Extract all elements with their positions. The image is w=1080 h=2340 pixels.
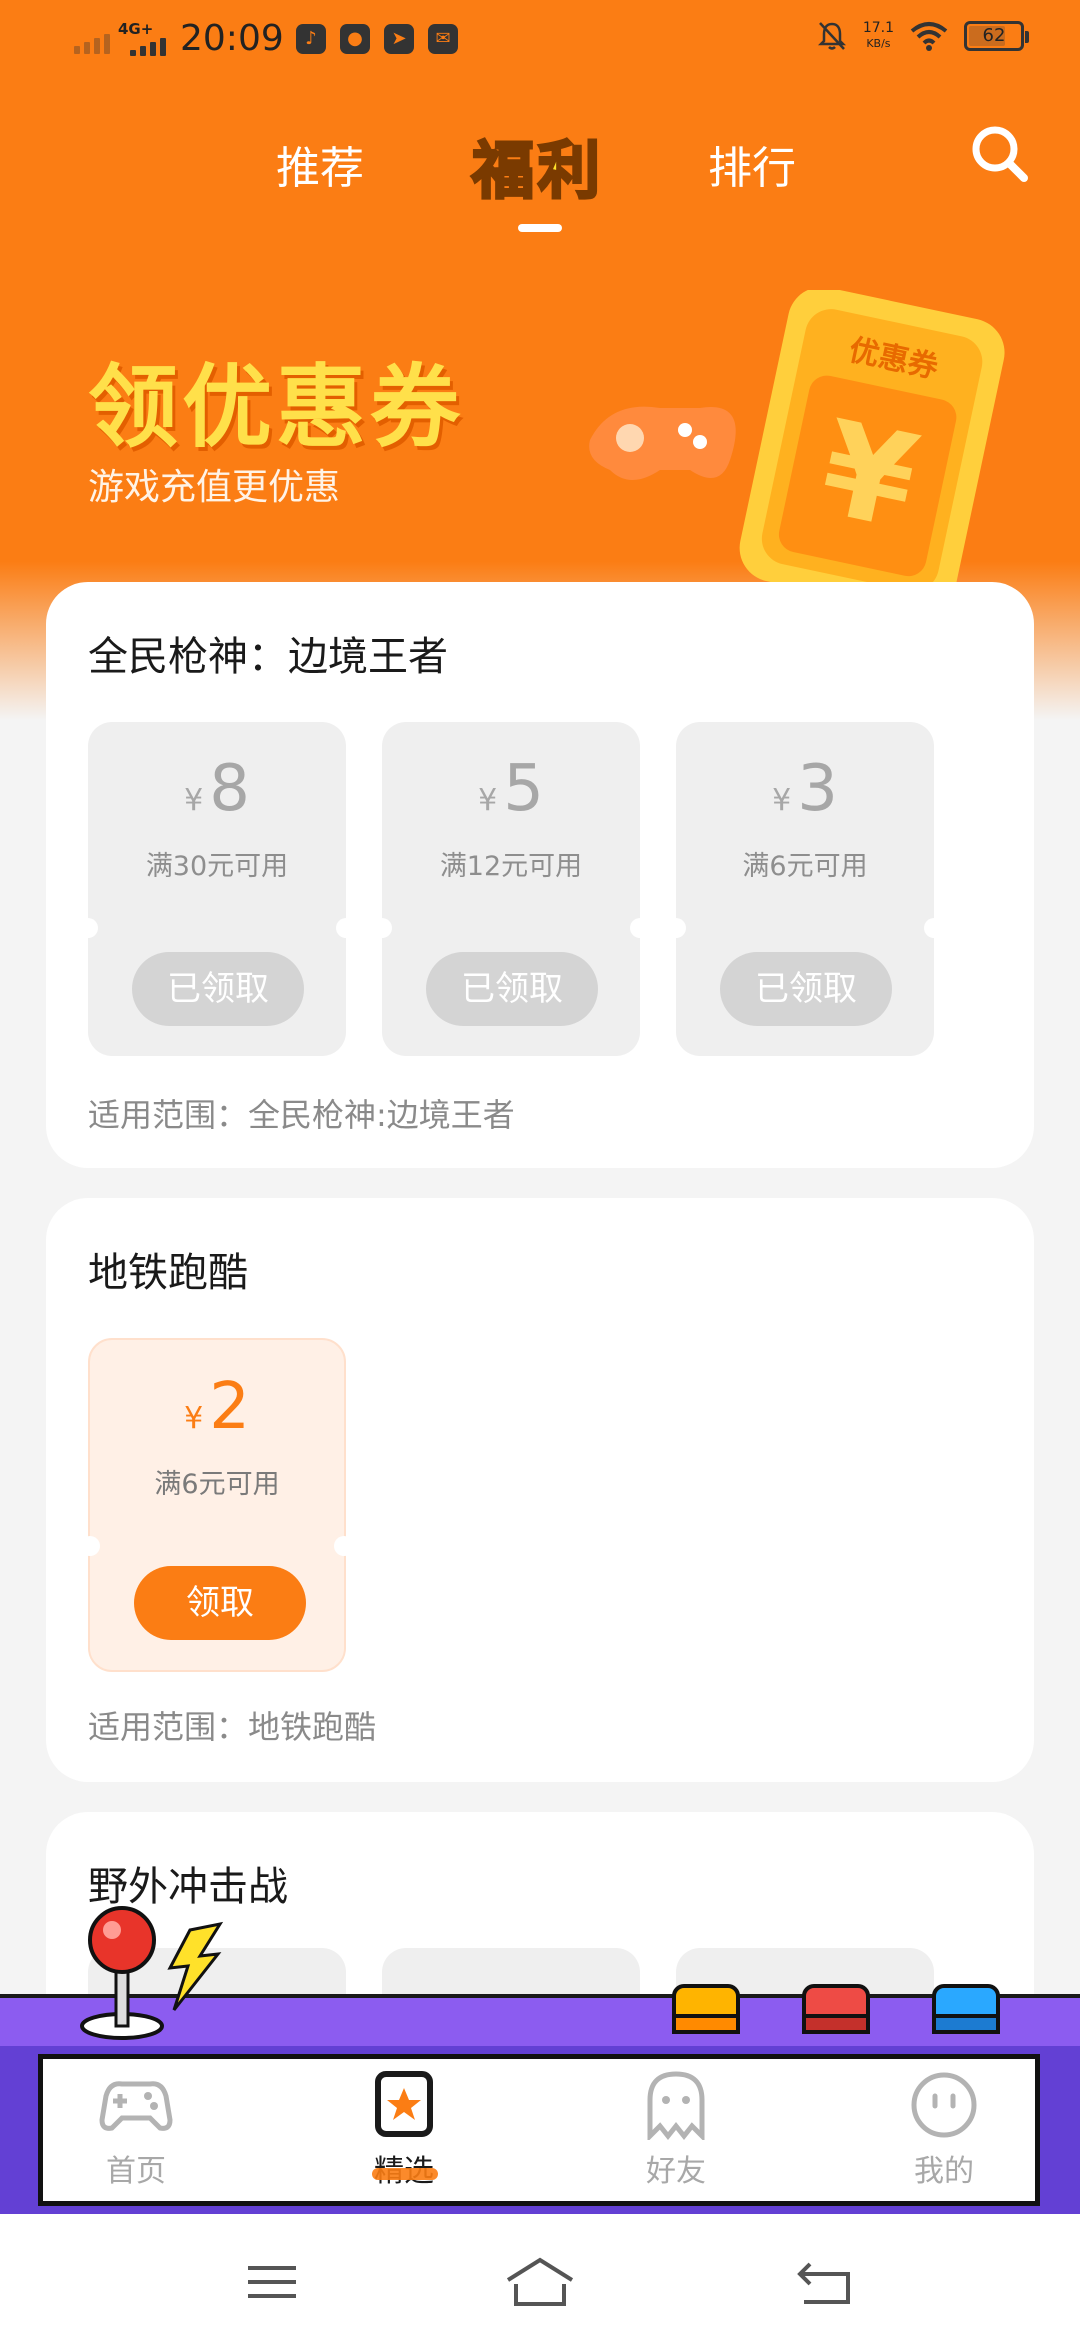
coupon-condition: 满6元可用	[154, 1469, 280, 1500]
smiley-icon	[911, 2072, 977, 2138]
gamepad-illustration	[589, 406, 736, 480]
search-icon[interactable]	[968, 122, 1032, 186]
claimed-button[interactable]: 已领取	[720, 952, 892, 1026]
battery-icon: 62	[964, 21, 1029, 51]
claim-button[interactable]: 领取	[134, 1566, 306, 1640]
coupon-item: ¥5 满12元可用 已领取	[372, 722, 650, 1056]
top-nav: 推荐 福利 排行	[0, 112, 1080, 232]
coupon-condition: 满6元可用	[742, 851, 868, 882]
claimed-button[interactable]: 已领取	[132, 952, 304, 1026]
tab-recommend[interactable]: 推荐	[276, 132, 364, 196]
tab-friends[interactable]: 好友	[596, 2070, 756, 2190]
coupon-item: ¥3 满6元可用 已领取	[666, 722, 944, 1056]
clock: 20:09	[180, 18, 284, 59]
ghost-icon	[647, 2071, 705, 2140]
active-tab-indicator	[518, 224, 562, 232]
coupon-card: 地铁跑酷 ¥2 满6元可用 领取 适用范围：地铁跑酷	[46, 1198, 1034, 1782]
tab-me[interactable]: 我的	[864, 2070, 1024, 2190]
currency-symbol: ¥	[478, 783, 498, 818]
banner-subtitle: 游戏充值更优惠	[88, 467, 341, 508]
music-app-icon: ♪	[296, 24, 326, 54]
signal-strong-icon	[130, 36, 166, 56]
game-title: 全民枪神：边境王者	[88, 634, 448, 680]
net-speed: 17.1 KB/s	[863, 21, 894, 51]
gamepad-icon	[99, 2081, 173, 2131]
coupon-item: ¥2 满6元可用 领取	[80, 1338, 354, 1672]
tab-ranking[interactable]: 排行	[708, 132, 796, 196]
silent-bell-icon	[817, 22, 846, 50]
menu-icon[interactable]	[232, 2254, 312, 2310]
amount-value: 2	[209, 1370, 250, 1444]
amount-value: 8	[209, 752, 250, 826]
applicable-scope: 适用范围：地铁跑酷	[88, 1708, 377, 1746]
net-speed-value: 17.1	[862, 20, 894, 36]
star-bookmark-icon	[375, 2071, 433, 2137]
tab-label: 好友	[646, 2154, 706, 2189]
signal-weak-icon	[74, 26, 110, 54]
currency-symbol: ¥	[184, 783, 204, 818]
battery-level: 62	[982, 25, 1006, 46]
tab-label: 我的	[914, 2154, 974, 2189]
net-speed-unit: KB/s	[866, 37, 891, 50]
back-icon[interactable]	[786, 2254, 866, 2310]
amount-value: 5	[503, 752, 544, 826]
active-tab-underline	[372, 2168, 438, 2180]
arcade-buttons-icon	[672, 1984, 1000, 2034]
wifi-icon	[910, 22, 948, 51]
banner-title: 领优惠券	[88, 355, 464, 460]
send-app-icon: ➤	[384, 24, 414, 54]
system-navigation-bar	[0, 2214, 1080, 2340]
tab-home[interactable]: 首页	[56, 2070, 216, 2190]
coupon-amount: ¥2	[90, 1370, 344, 1444]
coupon-card: 全民枪神：边境王者 ¥8 满30元可用 已领取 ¥5 满12元可用 已领取 ¥3…	[46, 582, 1034, 1168]
home-icon[interactable]	[500, 2254, 580, 2310]
coupon-amount: ¥8	[88, 752, 346, 826]
status-bar: 4G+ 20:09 ♪ ● ➤ ✉ 17.1 KB/s 62	[0, 0, 1080, 84]
notification-icons: ♪ ● ➤ ✉	[296, 24, 458, 54]
coupon-amount: ¥3	[676, 752, 934, 826]
status-right: 17.1 KB/s 62	[817, 20, 1029, 52]
game-title: 地铁跑酷	[88, 1250, 248, 1296]
coupon-condition: 满12元可用	[439, 851, 583, 882]
tab-label: 首页	[106, 2154, 166, 2189]
currency-symbol: ¥	[772, 783, 792, 818]
applicable-scope: 适用范围：全民枪神:边境王者	[88, 1096, 515, 1134]
tab-welfare[interactable]: 福利	[470, 120, 604, 210]
coupon-amount: ¥5	[382, 752, 640, 826]
amount-value: 3	[797, 752, 838, 826]
coupon-item: ¥8 满30元可用 已领取	[78, 722, 356, 1056]
currency-symbol: ¥	[184, 1401, 204, 1436]
coupon-condition: 满30元可用	[145, 851, 289, 882]
mail-app-icon: ✉	[428, 24, 458, 54]
coupon-illustration-icon: 优惠券 ¥	[589, 290, 1005, 590]
claimed-button[interactable]: 已领取	[426, 952, 598, 1026]
joystick-icon	[80, 1906, 224, 2040]
wechat-icon: ●	[340, 24, 370, 54]
